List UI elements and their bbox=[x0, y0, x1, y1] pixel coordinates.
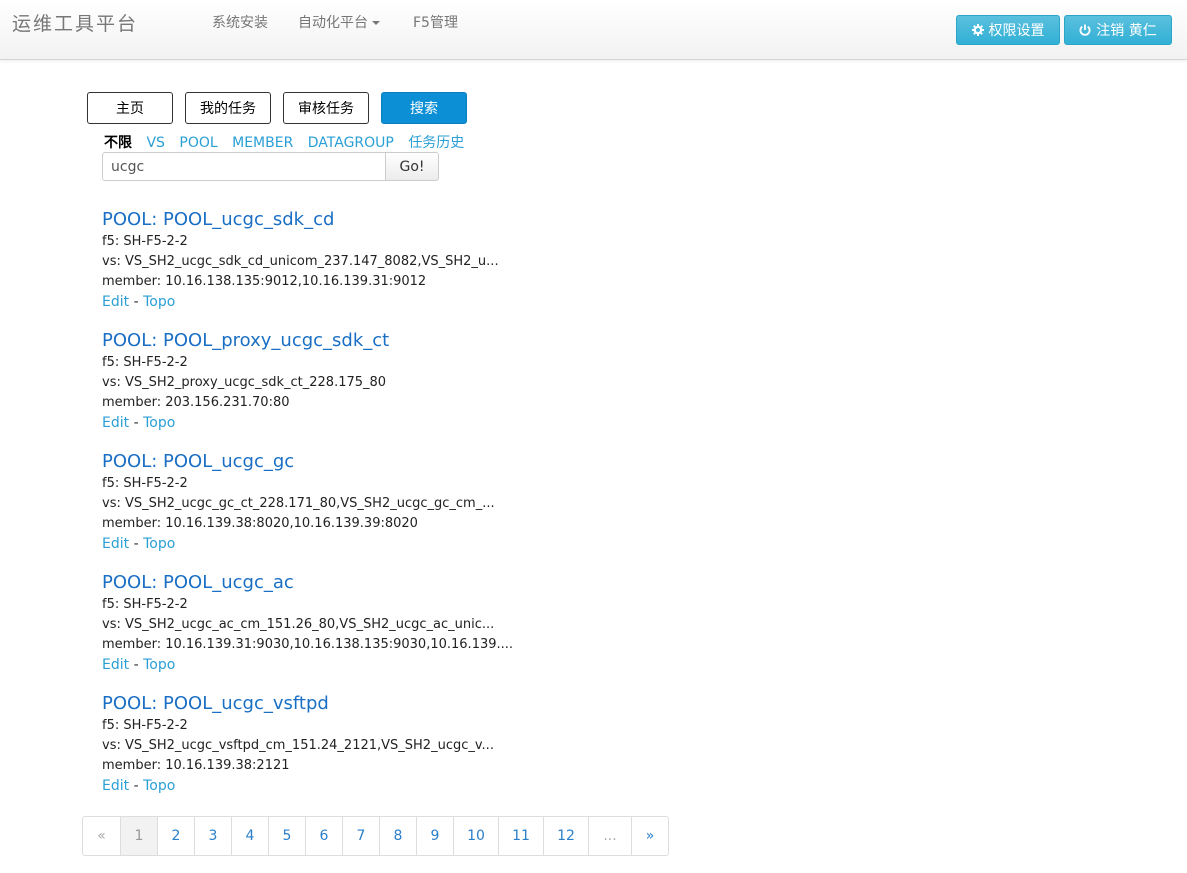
result-title-link[interactable]: POOL: POOL_ucgc_gc bbox=[102, 450, 522, 474]
nav-automation-dropdown[interactable]: 自动化平台 bbox=[298, 12, 380, 32]
tab-home[interactable]: 主页 bbox=[87, 92, 173, 124]
page-10[interactable]: 10 bbox=[453, 817, 498, 855]
result-item: POOL: POOL_ucgc_ac f5: SH-F5-2-2 vs: VS_… bbox=[102, 571, 522, 692]
page-11[interactable]: 11 bbox=[498, 817, 543, 855]
go-button[interactable]: Go! bbox=[385, 152, 439, 181]
page-prev[interactable]: « bbox=[83, 817, 120, 855]
result-member: member: 10.16.139.38:8020,10.16.139.39:8… bbox=[102, 516, 418, 531]
page-4[interactable]: 4 bbox=[231, 817, 268, 855]
result-member: member: 10.16.139.31:9030,10.16.138.135:… bbox=[102, 637, 514, 652]
result-title-link[interactable]: POOL: POOL_ucgc_ac bbox=[102, 571, 522, 595]
tab-review-tasks[interactable]: 审核任务 bbox=[283, 92, 369, 124]
result-f5: f5: SH-F5-2-2 bbox=[102, 476, 188, 491]
edit-link[interactable]: Edit bbox=[102, 657, 129, 673]
logout-label: 注销 黄仁 bbox=[1096, 23, 1157, 39]
result-actions: Edit - Topo bbox=[102, 292, 522, 312]
page-5[interactable]: 5 bbox=[268, 817, 305, 855]
tab-search[interactable]: 搜索 bbox=[381, 92, 467, 124]
filter-task-history[interactable]: 任务历史 bbox=[408, 135, 464, 151]
page-9[interactable]: 9 bbox=[416, 817, 453, 855]
result-item: POOL: POOL_ucgc_vsftpd f5: SH-F5-2-2 vs:… bbox=[102, 692, 522, 813]
topo-link[interactable]: Topo bbox=[143, 536, 175, 552]
result-vs: vs: VS_SH2_ucgc_ac_cm_151.26_80,VS_SH2_u… bbox=[102, 617, 495, 632]
page-next[interactable]: » bbox=[631, 817, 668, 855]
result-f5: f5: SH-F5-2-2 bbox=[102, 718, 188, 733]
page-12[interactable]: 12 bbox=[543, 817, 588, 855]
link-separator: - bbox=[133, 294, 139, 310]
permission-settings-label: 权限设置 bbox=[988, 23, 1045, 39]
result-vs: vs: VS_SH2_ucgc_vsftpd_cm_151.24_2121,VS… bbox=[102, 738, 494, 753]
result-vs: vs: VS_SH2_ucgc_gc_ct_228.171_80,VS_SH2_… bbox=[102, 496, 495, 511]
page-3[interactable]: 3 bbox=[194, 817, 231, 855]
result-member: member: 10.16.138.135:9012,10.16.139.31:… bbox=[102, 274, 427, 289]
page-8[interactable]: 8 bbox=[379, 817, 416, 855]
search-filter-bar: 不限 VS POOL MEMBER DATAGROUP 任务历史 bbox=[104, 132, 474, 152]
page-1[interactable]: 1 bbox=[120, 817, 157, 855]
page-ellipsis: ... bbox=[588, 817, 631, 855]
search-input[interactable] bbox=[102, 152, 386, 181]
filter-member[interactable]: MEMBER bbox=[232, 135, 293, 151]
power-icon bbox=[1079, 24, 1091, 36]
link-separator: - bbox=[133, 778, 139, 794]
result-f5: f5: SH-F5-2-2 bbox=[102, 597, 188, 612]
topo-link[interactable]: Topo bbox=[143, 294, 175, 310]
permission-settings-button[interactable]: 权限设置 bbox=[956, 15, 1060, 45]
topo-link[interactable]: Topo bbox=[143, 778, 175, 794]
result-title-link[interactable]: POOL: POOL_ucgc_sdk_cd bbox=[102, 208, 522, 232]
tab-my-tasks[interactable]: 我的任务 bbox=[185, 92, 271, 124]
logout-button[interactable]: 注销 黄仁 bbox=[1064, 15, 1172, 45]
link-separator: - bbox=[133, 415, 139, 431]
result-item: POOL: POOL_ucgc_sdk_cd f5: SH-F5-2-2 vs:… bbox=[102, 208, 522, 329]
result-member: member: 10.16.139.38:2121 bbox=[102, 758, 290, 773]
filter-datagroup[interactable]: DATAGROUP bbox=[308, 135, 394, 151]
pagination: « 1 2 3 4 5 6 7 8 9 10 11 12 ... » bbox=[82, 816, 669, 856]
result-actions: Edit - Topo bbox=[102, 655, 522, 675]
edit-link[interactable]: Edit bbox=[102, 536, 129, 552]
topo-link[interactable]: Topo bbox=[143, 657, 175, 673]
gear-icon bbox=[971, 24, 984, 36]
result-f5: f5: SH-F5-2-2 bbox=[102, 234, 188, 249]
brand-title[interactable]: 运维工具平台 bbox=[12, 9, 138, 36]
topo-link[interactable]: Topo bbox=[143, 415, 175, 431]
result-title-link[interactable]: POOL: POOL_ucgc_vsftpd bbox=[102, 692, 522, 716]
result-actions: Edit - Topo bbox=[102, 534, 522, 554]
filter-vs[interactable]: VS bbox=[146, 135, 164, 151]
nav-f5-manage[interactable]: F5管理 bbox=[413, 12, 458, 32]
edit-link[interactable]: Edit bbox=[102, 778, 129, 794]
search-results: POOL: POOL_ucgc_sdk_cd f5: SH-F5-2-2 vs:… bbox=[102, 208, 522, 813]
filter-all[interactable]: 不限 bbox=[104, 135, 132, 151]
page-2[interactable]: 2 bbox=[157, 817, 194, 855]
nav-automation-label: 自动化平台 bbox=[298, 15, 368, 31]
result-f5: f5: SH-F5-2-2 bbox=[102, 355, 188, 370]
link-separator: - bbox=[133, 536, 139, 552]
chevron-down-icon bbox=[372, 21, 380, 25]
result-title-link[interactable]: POOL: POOL_proxy_ucgc_sdk_ct bbox=[102, 329, 522, 353]
page-6[interactable]: 6 bbox=[305, 817, 342, 855]
result-vs: vs: VS_SH2_proxy_ucgc_sdk_ct_228.175_80 bbox=[102, 375, 387, 390]
edit-link[interactable]: Edit bbox=[102, 415, 129, 431]
nav-system-install[interactable]: 系统安装 bbox=[212, 12, 268, 32]
result-vs: vs: VS_SH2_ucgc_sdk_cd_unicom_237.147_80… bbox=[102, 254, 499, 269]
top-navbar: 运维工具平台 系统安装 自动化平台 F5管理 权限设置 注销 黄仁 bbox=[0, 0, 1187, 60]
result-member: member: 203.156.231.70:80 bbox=[102, 395, 290, 410]
page-7[interactable]: 7 bbox=[342, 817, 379, 855]
result-item: POOL: POOL_proxy_ucgc_sdk_ct f5: SH-F5-2… bbox=[102, 329, 522, 450]
result-actions: Edit - Topo bbox=[102, 776, 522, 796]
link-separator: - bbox=[133, 657, 139, 673]
result-actions: Edit - Topo bbox=[102, 413, 522, 433]
result-item: POOL: POOL_ucgc_gc f5: SH-F5-2-2 vs: VS_… bbox=[102, 450, 522, 571]
edit-link[interactable]: Edit bbox=[102, 294, 129, 310]
filter-pool[interactable]: POOL bbox=[179, 135, 217, 151]
